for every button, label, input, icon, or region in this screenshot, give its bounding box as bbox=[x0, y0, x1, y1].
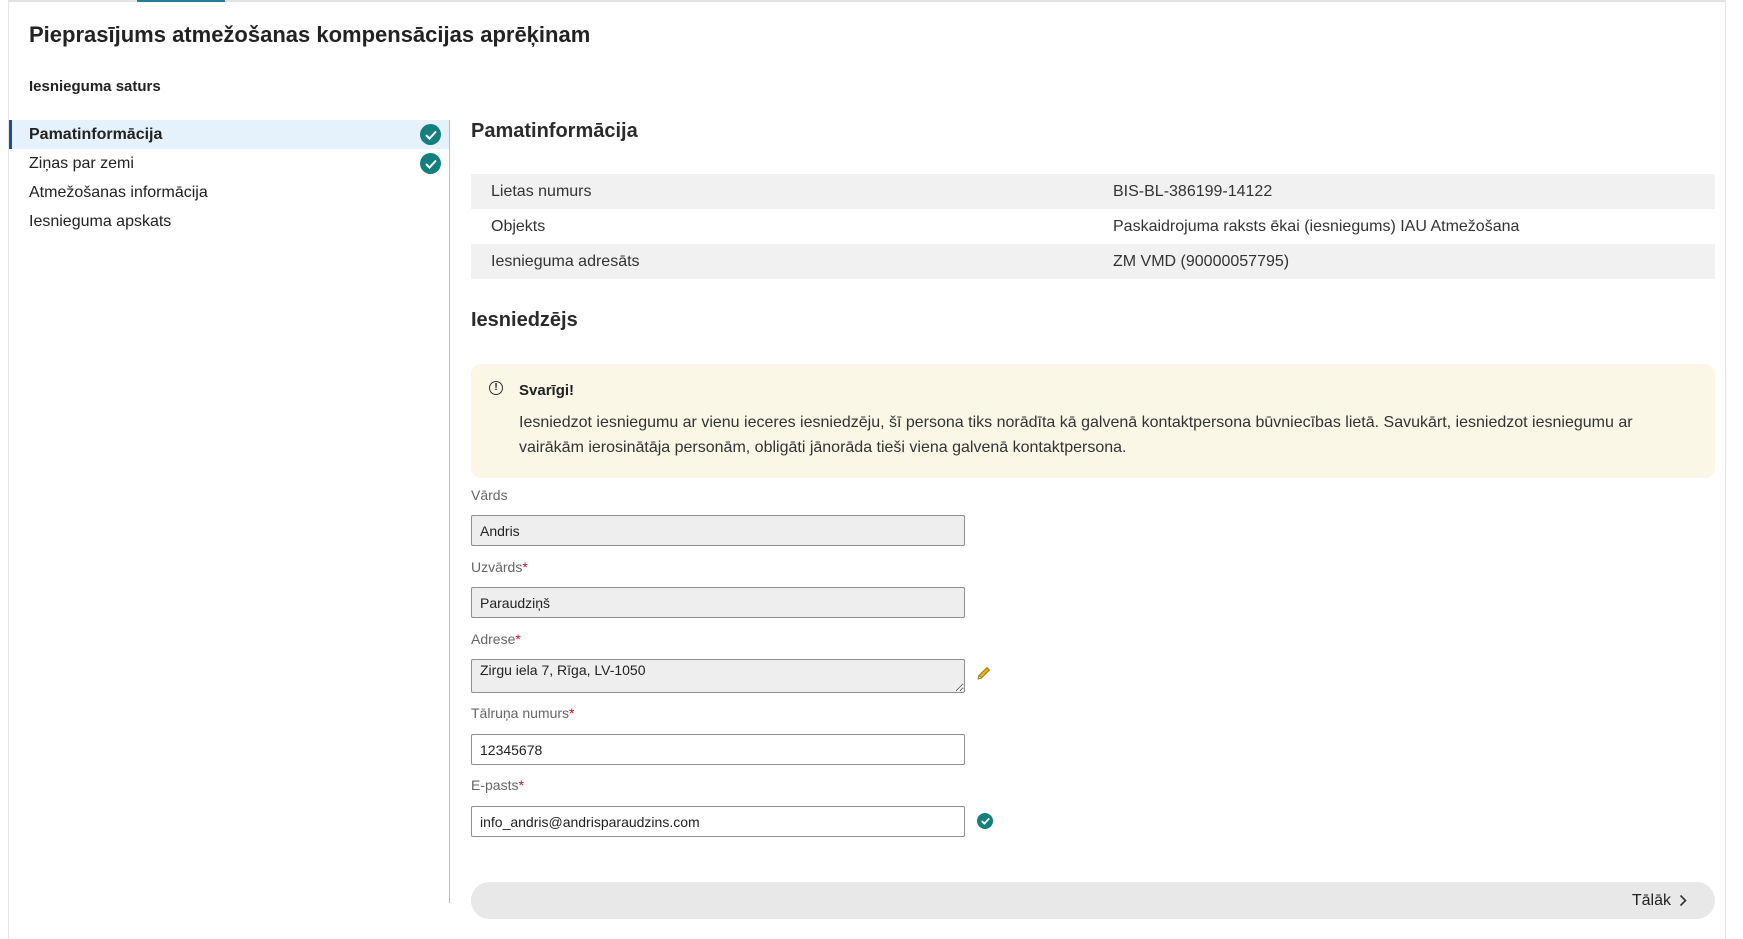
address-label: Adrese* bbox=[471, 631, 521, 647]
field-label-text: Tālruņa numurs bbox=[471, 705, 570, 721]
last-name-input[interactable] bbox=[471, 587, 965, 618]
vertical-divider bbox=[449, 120, 450, 903]
address-textarea[interactable]: Zirgu iela 7, Rīga, LV-1050 bbox=[471, 659, 965, 693]
field-label-text: E-pasts bbox=[471, 777, 519, 793]
email-label: E-pasts* bbox=[471, 777, 524, 793]
first-name-input[interactable] bbox=[471, 515, 965, 546]
toc-title: Iesnieguma saturs bbox=[29, 78, 161, 95]
app-frame: Pieprasījums atmežošanas kompensācijas a… bbox=[8, 0, 1726, 939]
info-row: Iesnieguma adresāts ZM VMD (90000057795) bbox=[471, 244, 1715, 279]
required-mark: * bbox=[518, 777, 524, 793]
next-button-label: Tālāk bbox=[1631, 892, 1671, 909]
last-name-label: Uzvārds* bbox=[471, 559, 528, 575]
bottom-nav-bar: Tālāk bbox=[471, 882, 1715, 919]
info-value: BIS-BL-386199-14122 bbox=[1113, 183, 1273, 200]
next-button[interactable]: Tālāk bbox=[1632, 882, 1687, 919]
info-row: Objekts Paskaidrojuma raksts ēkai (iesni… bbox=[471, 209, 1715, 244]
section-title-basic-info: Pamatinformācija bbox=[471, 120, 638, 142]
top-tab-indicator bbox=[137, 0, 225, 2]
section-title-applicant: Iesniedzējs bbox=[471, 309, 578, 331]
required-mark: * bbox=[522, 559, 528, 575]
exclamation-circle-icon: ! bbox=[489, 381, 503, 395]
toc-item-iesnieguma-apskats[interactable]: Iesnieguma apskats bbox=[9, 207, 449, 236]
field-label-text: Uzvārds bbox=[471, 559, 523, 575]
toc-item-pamatinformacija[interactable]: Pamatinformācija bbox=[9, 120, 449, 149]
toc-item-atmezosanas-informacija[interactable]: Atmežošanas informācija bbox=[9, 178, 449, 207]
toc-item-zinas-par-zemi[interactable]: Ziņas par zemi bbox=[9, 149, 449, 178]
pencil-icon[interactable] bbox=[976, 665, 992, 681]
notice-title: Svarīgi! bbox=[519, 382, 575, 399]
toc-item-label: Iesnieguma apskats bbox=[29, 213, 172, 230]
phone-input[interactable] bbox=[471, 734, 965, 765]
check-circle-icon bbox=[420, 153, 441, 174]
info-value: Paskaidrojuma raksts ēkai (iesniegums) I… bbox=[1113, 218, 1520, 235]
check-circle-icon bbox=[420, 124, 441, 145]
required-mark: * bbox=[515, 631, 521, 647]
basic-info-table: Lietas numurs BIS-BL-386199-14122 Objekt… bbox=[471, 174, 1715, 279]
info-row: Lietas numurs BIS-BL-386199-14122 bbox=[471, 174, 1715, 209]
info-value: ZM VMD (90000057795) bbox=[1113, 253, 1290, 270]
top-border bbox=[9, 0, 1725, 2]
field-label-text: Vārds bbox=[471, 487, 508, 503]
required-mark: * bbox=[569, 705, 575, 721]
toc-item-label: Pamatinformācija bbox=[29, 126, 163, 143]
important-notice: ! Svarīgi! Iesniedzot iesniegumu ar vien… bbox=[471, 364, 1715, 478]
check-circle-icon bbox=[977, 813, 993, 829]
email-input[interactable] bbox=[471, 806, 965, 837]
toc-nav: Pamatinformācija Ziņas par zemi Atmežoša… bbox=[9, 120, 449, 236]
chevron-right-icon bbox=[1679, 894, 1687, 907]
page-title: Pieprasījums atmežošanas kompensācijas a… bbox=[29, 22, 591, 47]
notice-text: Iesniedzot iesniegumu ar vienu ieceres i… bbox=[519, 414, 1633, 456]
toc-item-label: Atmežošanas informācija bbox=[29, 184, 208, 201]
toc-item-label: Ziņas par zemi bbox=[29, 155, 134, 172]
field-label-text: Adrese bbox=[471, 631, 516, 647]
info-key: Objekts bbox=[491, 218, 546, 235]
info-key: Lietas numurs bbox=[491, 183, 592, 200]
info-key: Iesnieguma adresāts bbox=[491, 253, 640, 270]
first-name-label: Vārds bbox=[471, 487, 508, 503]
phone-label: Tālruņa numurs* bbox=[471, 705, 575, 721]
